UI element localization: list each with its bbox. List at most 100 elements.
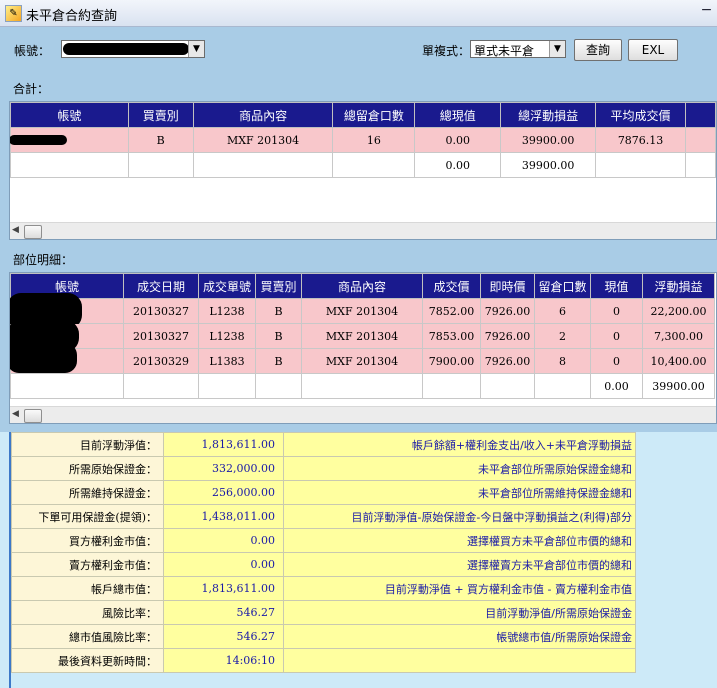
table-cell [127, 152, 194, 178]
summary-value: 0.00 [163, 552, 284, 577]
column-header[interactable]: 成交單號 [198, 273, 256, 299]
summary-description [283, 648, 636, 673]
table-cell: L1383 [198, 348, 256, 374]
mode-select[interactable]: 單式未平倉 ▼ [470, 40, 566, 58]
table-cell [10, 373, 124, 399]
table-row[interactable]: 20130329 L1383 B MXF 201304 7900.00 7926… [10, 343, 715, 374]
column-header[interactable]: 成交價 [422, 273, 481, 299]
summary-label: 目前浮動淨值： [11, 432, 164, 457]
table-cell [198, 373, 256, 399]
summary-row: 賣方權利金市值： 0.00 選擇權賣方未平倉部位市價的總和 [11, 552, 636, 577]
table-cell: 0.00 [590, 373, 643, 399]
table-cell: 39900.00 [642, 373, 715, 399]
total-section-label: 合計： [13, 82, 50, 96]
column-header[interactable]: 總現值 [414, 102, 502, 128]
column-header[interactable]: 帳號 [10, 102, 129, 128]
account-label: 帳號： [14, 44, 51, 58]
table-row[interactable]: 0.00 39900.00 [10, 373, 715, 399]
minimize-button[interactable]: − [696, 2, 717, 22]
table-cell [301, 373, 423, 399]
table-cell [10, 152, 129, 178]
table-cell: 7852.00 [422, 298, 481, 324]
summary-description: 目前浮動淨值/所需原始保證金 [283, 600, 636, 625]
scroll-thumb[interactable] [24, 409, 42, 423]
table-cell: 7926.00 [480, 348, 535, 374]
column-header[interactable]: 總浮動損益 [500, 102, 597, 128]
summary-row: 下單可用保證金(提領)： 1,438,011.00 目前浮動淨值-原始保證金-今… [11, 504, 636, 529]
column-header[interactable]: 商品內容 [192, 102, 334, 128]
table-cell [10, 127, 129, 153]
summary-row: 總市值風險比率： 546.27 帳號總市值/所需原始保證金 [11, 624, 636, 649]
redacted-account [10, 135, 67, 145]
table-cell: 20130327 [123, 323, 199, 349]
table-cell [332, 152, 416, 178]
table-row[interactable]: 0.00 39900.00 [10, 152, 716, 178]
summary-row: 帳戶總市值： 1,813,611.00 目前浮動淨值 + 買方權利金市值 - 賣… [11, 576, 636, 601]
chevron-down-icon: ▼ [549, 41, 565, 57]
account-select[interactable]: ▼ [61, 40, 205, 58]
table-cell: 16 [332, 127, 416, 153]
table-cell [534, 373, 591, 399]
column-header[interactable]: 買賣別 [127, 102, 194, 128]
table-cell: MXF 201304 [192, 127, 334, 153]
column-header[interactable]: 留倉口數 [534, 273, 591, 299]
summary-value: 0.00 [163, 528, 284, 553]
scroll-thumb[interactable] [24, 225, 42, 239]
summary-description: 目前浮動淨值-原始保證金-今日盤中浮動損益之(利得)部分 [283, 504, 636, 529]
summary-value: 546.27 [163, 624, 284, 649]
table-cell: B [127, 127, 194, 153]
table-cell: 7900.00 [422, 348, 481, 374]
column-header[interactable]: 平均成交價 [595, 102, 687, 128]
summary-description: 帳號總市值/所需原始保證金 [283, 624, 636, 649]
column-header[interactable] [685, 102, 716, 128]
table-cell: 20130327 [123, 298, 199, 324]
table-cell [255, 373, 302, 399]
table-cell [685, 152, 716, 178]
column-header[interactable]: 浮動損益 [642, 273, 715, 299]
table-cell: L1238 [198, 298, 256, 324]
query-button[interactable]: 查詢 [574, 39, 622, 61]
scroll-left-icon[interactable]: ◀ [12, 225, 19, 235]
table-cell [595, 152, 687, 178]
table-cell: B [255, 298, 302, 324]
column-header[interactable]: 買賣別 [255, 273, 302, 299]
table-cell: 0 [590, 348, 643, 374]
table-cell: 2 [534, 323, 591, 349]
summary-value: 546.27 [163, 600, 284, 625]
summary-value: 256,000.00 [163, 480, 284, 505]
redacted-account [63, 43, 189, 55]
table-cell: MXF 201304 [301, 348, 423, 374]
summary-label: 最後資料更新時間： [11, 648, 164, 673]
toolbar: 帳號： ▼ 單複式： 單式未平倉 ▼ 查詢 EXL [0, 27, 717, 71]
mode-label: 單複式： [422, 44, 471, 58]
horizontal-scrollbar[interactable]: ◀ [10, 406, 716, 423]
detail-table: 帳號 成交日期 成交單號 買賣別 商品內容 成交價 即時價 留倉口數 現值 浮動… [10, 273, 715, 399]
column-header[interactable]: 現值 [590, 273, 643, 299]
table-cell: 0 [590, 298, 643, 324]
table-cell: 39900.00 [500, 152, 597, 178]
detail-header-row: 帳號 成交日期 成交單號 買賣別 商品內容 成交價 即時價 留倉口數 現值 浮動… [10, 273, 715, 299]
table-row[interactable]: 20130327 L1238 B MXF 201304 7853.00 7926… [10, 320, 715, 352]
summary-row: 所需維持保證金： 256,000.00 未平倉部位所需維持保證金總和 [11, 480, 636, 505]
scroll-left-icon[interactable]: ◀ [12, 409, 19, 419]
summary-value: 1,813,611.00 [163, 576, 284, 601]
summary-row: 所需原始保證金： 332,000.00 未平倉部位所需原始保證金總和 [11, 456, 636, 481]
column-header[interactable]: 商品內容 [301, 273, 423, 299]
table-cell: 10,400.00 [642, 348, 715, 374]
table-row[interactable]: B MXF 201304 16 0.00 39900.00 7876.13 [10, 127, 716, 153]
summary-label: 買方權利金市值： [11, 528, 164, 553]
summary-value: 1,438,011.00 [163, 504, 284, 529]
summary-label: 賣方權利金市值： [11, 552, 164, 577]
table-cell: B [255, 348, 302, 374]
horizontal-scrollbar[interactable]: ◀ [10, 222, 716, 239]
table-row[interactable]: 20130327 L1238 B MXF 201304 7852.00 7926… [10, 293, 715, 329]
column-header[interactable]: 即時價 [480, 273, 535, 299]
table-cell [480, 373, 535, 399]
window-title: 未平倉合約查詢 [26, 9, 118, 24]
column-header[interactable]: 總留倉口數 [332, 102, 416, 128]
export-button[interactable]: EXL [628, 39, 678, 61]
table-cell [685, 127, 716, 153]
column-header[interactable]: 成交日期 [123, 273, 199, 299]
table-cell: 7926.00 [480, 298, 535, 324]
detail-grid: 帳號 成交日期 成交單號 買賣別 商品內容 成交價 即時價 留倉口數 現值 浮動… [9, 272, 717, 424]
